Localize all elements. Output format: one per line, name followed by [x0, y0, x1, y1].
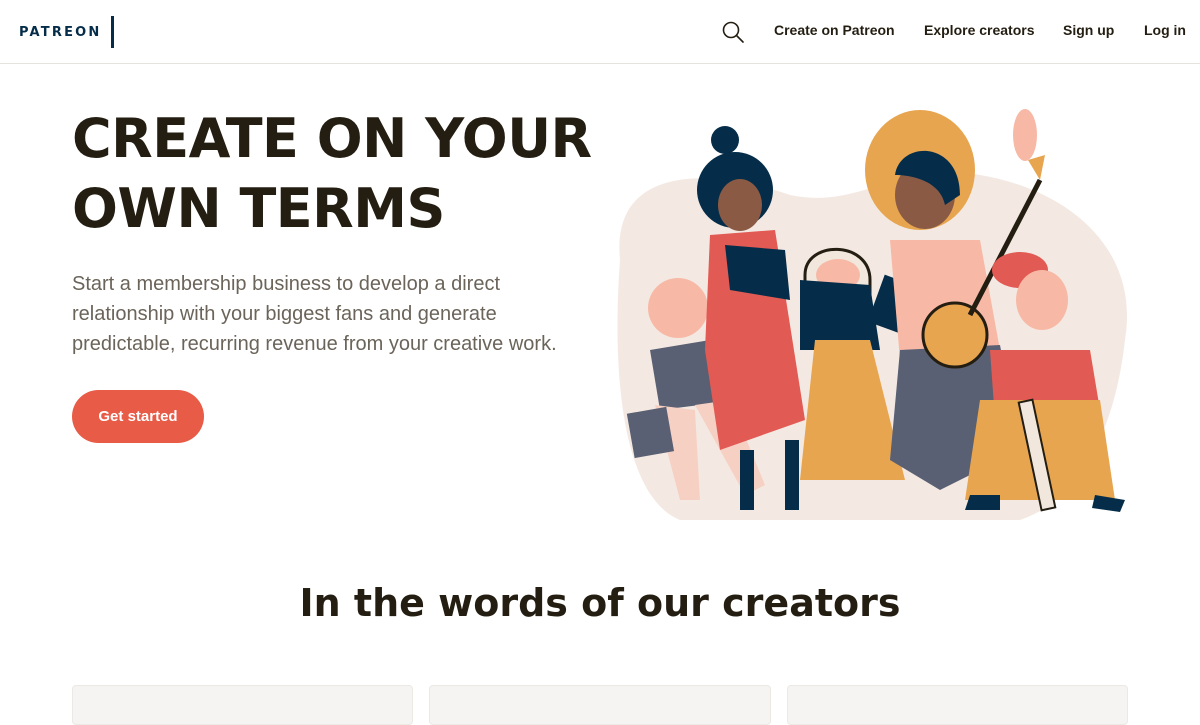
creators-illustration: [600, 100, 1140, 530]
nav-log-in[interactable]: Log in: [1144, 22, 1186, 38]
top-nav-bar: PATREON Create on Patreon Explore creato…: [0, 0, 1200, 64]
nav-create-on-patreon[interactable]: Create on Patreon: [774, 22, 895, 38]
testimonial-card[interactable]: [787, 685, 1128, 725]
patreon-logo[interactable]: PATREON: [19, 16, 115, 48]
testimonial-card[interactable]: [429, 685, 771, 725]
nav-sign-up[interactable]: Sign up: [1063, 22, 1114, 38]
search-icon[interactable]: [722, 21, 744, 43]
testimonials-heading: In the words of our creators: [299, 581, 901, 625]
hero-title-line-1: CREATE ON YOUR: [72, 107, 592, 170]
get-started-button[interactable]: Get started: [72, 390, 204, 443]
testimonial-card[interactable]: [72, 685, 413, 725]
logo-divider: [111, 16, 115, 48]
hero-subtitle: Start a membership business to develop a…: [72, 273, 557, 355]
hero-title-line-2: OWN TERMS: [72, 177, 445, 240]
logo-wordmark: PATREON: [19, 24, 102, 40]
hero-title: CREATE ON YOUR OWN TERMS: [72, 104, 592, 244]
nav-explore-creators[interactable]: Explore creators: [924, 22, 1035, 38]
